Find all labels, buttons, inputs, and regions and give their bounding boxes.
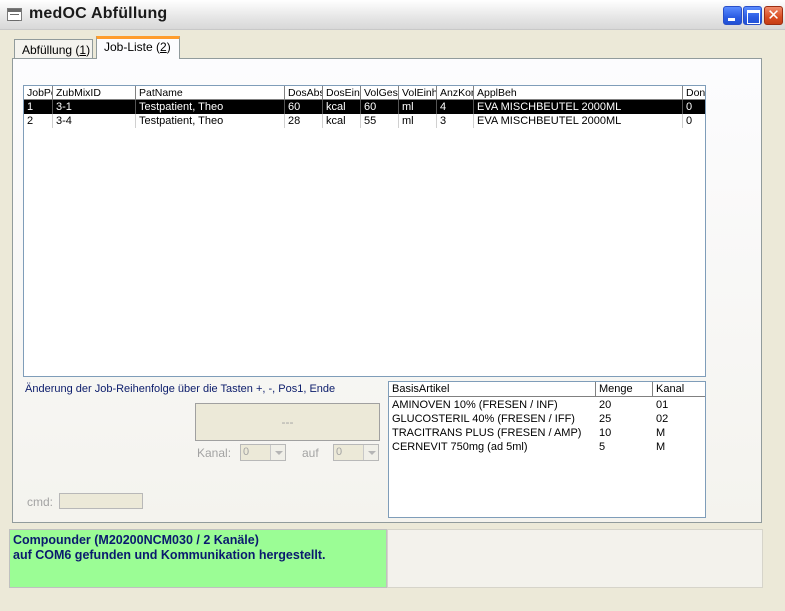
tab-abfuellung[interactable]: Abfüllung (1) — [14, 39, 93, 58]
maximize-icon — [744, 7, 761, 24]
title-bar: medOC Abfüllung ✕ — [0, 0, 785, 30]
auf-select[interactable]: 0 — [333, 444, 379, 461]
minimize-button[interactable] — [723, 6, 742, 25]
maximize-button[interactable] — [743, 6, 762, 25]
col-header-kanal[interactable]: Kanal — [653, 382, 705, 397]
app-window-icon[interactable] — [7, 8, 22, 21]
cell-anzkomp: 4 — [437, 100, 474, 114]
cell-basisartikel: GLUCOSTERIL 40% (FRESEN / IFF) — [392, 413, 575, 425]
cell-volges: 55 — [361, 114, 399, 128]
cell-volges: 60 — [361, 100, 399, 114]
tab-abfuellung-label-pre: Abfüllung ( — [22, 43, 80, 57]
cell-done: 0 — [686, 101, 693, 113]
col-header-jobpos[interactable]: JobPos — [24, 86, 53, 100]
cell-doseinh: kcal — [323, 100, 361, 114]
table-row[interactable]: 2 3-4 Testpatient, Theo 28 kcal 55 ml 3 … — [24, 114, 705, 128]
minimize-icon — [724, 7, 741, 24]
chevron-down-icon[interactable] — [270, 445, 285, 460]
status-box-secondary — [387, 529, 763, 588]
basis-grid-header: BasisArtikel Menge Kanal — [389, 382, 705, 397]
close-icon: ✕ — [767, 7, 780, 24]
cell-kanal: 02 — [656, 413, 669, 425]
auf-label: auf — [302, 446, 319, 460]
table-row[interactable]: CERNEVIT 750mg (ad 5ml) 5 M — [389, 440, 705, 454]
tab-job-liste-label-post: ) — [166, 40, 171, 54]
cell-menge: 10 — [599, 427, 612, 439]
cell-patname: Testpatient, Theo — [136, 100, 285, 114]
status-line-2: auf COM6 gefunden und Kommunikation herg… — [13, 548, 326, 562]
basis-artikel-grid[interactable]: BasisArtikel Menge Kanal AMINOVEN 10% (F… — [388, 381, 706, 518]
cell-dosabs: 60 — [285, 100, 323, 114]
cell-menge: 20 — [599, 399, 612, 411]
cmd-label: cmd: — [27, 495, 54, 509]
col-header-done[interactable]: Done — [683, 86, 705, 100]
cell-zubmixid: 3-1 — [53, 100, 136, 114]
cell-applbeh: EVA MISCHBEUTEL 2000ML — [474, 114, 683, 128]
cell-basisartikel: CERNEVIT 750mg (ad 5ml) — [392, 441, 528, 453]
cell-anzkomp: 3 — [437, 114, 474, 128]
table-row[interactable]: AMINOVEN 10% (FRESEN / INF) 20 01 — [389, 398, 705, 412]
col-header-volges[interactable]: VolGes — [361, 86, 399, 100]
tab-job-liste[interactable]: Job-Liste (2) — [96, 36, 180, 59]
cell-doseinh: kcal — [323, 114, 361, 128]
col-header-menge[interactable]: Menge — [596, 382, 653, 397]
cell-menge: 5 — [599, 441, 606, 453]
cell-done: 0 — [686, 115, 693, 127]
cell-menge: 25 — [599, 413, 612, 425]
tab-job-liste-accel: 2 — [160, 40, 167, 54]
job-grid-header: JobPos ZubMixID PatName DosAbs DosEinh V… — [24, 86, 705, 100]
col-header-zubmixid[interactable]: ZubMixID — [53, 86, 136, 100]
col-header-anzkomp[interactable]: AnzKomp — [437, 86, 474, 100]
col-header-doseinh[interactable]: DosEinh — [323, 86, 361, 100]
tab-abfuellung-label-post: ) — [86, 43, 91, 57]
col-header-basisartikel[interactable]: BasisArtikel — [389, 382, 596, 397]
kanal-select-value: 0 — [243, 446, 250, 458]
auf-select-value: 0 — [336, 446, 343, 458]
close-button[interactable]: ✕ — [764, 6, 783, 25]
chevron-down-icon[interactable] — [363, 445, 378, 460]
cell-kanal: M — [656, 427, 666, 439]
cell-kanal: 01 — [656, 399, 669, 411]
kanal-select[interactable]: 0 — [240, 444, 286, 461]
reorder-hint-text: Änderung der Job-Reihenfolge über die Ta… — [25, 383, 336, 395]
cell-basisartikel: AMINOVEN 10% (FRESEN / INF) — [392, 399, 558, 411]
table-row[interactable]: GLUCOSTERIL 40% (FRESEN / IFF) 25 02 — [389, 412, 705, 426]
compounder-status-box: Compounder (M20200NCM030 / 2 Kanäle) auf… — [9, 529, 387, 588]
cell-dosabs: 28 — [285, 114, 323, 128]
table-row-selected[interactable]: 1 3-1 Testpatient, Theo 60 kcal 60 ml 4 … — [24, 100, 705, 114]
window-title: medOC Abfüllung — [29, 5, 168, 22]
cell-applbeh: EVA MISCHBEUTEL 2000ML — [474, 100, 683, 114]
cell-zubmixid: 3-4 — [53, 114, 136, 128]
action-button-disabled[interactable]: --- — [195, 403, 380, 441]
tab-job-liste-label-pre: Job-Liste ( — [104, 40, 161, 54]
cmd-input[interactable] — [59, 493, 143, 509]
col-header-patname[interactable]: PatName — [136, 86, 285, 100]
kanal-label: Kanal: — [197, 446, 232, 460]
cell-kanal: M — [656, 441, 666, 453]
col-header-applbeh[interactable]: ApplBeh — [474, 86, 683, 100]
cell-voleinh: ml — [399, 114, 437, 128]
status-line-1: Compounder (M20200NCM030 / 2 Kanäle) — [13, 533, 259, 547]
cell-jobpos: 1 — [24, 100, 53, 114]
cell-voleinh: ml — [399, 100, 437, 114]
table-row[interactable]: TRACITRANS PLUS (FRESEN / AMP) 10 M — [389, 426, 705, 440]
cell-patname: Testpatient, Theo — [136, 114, 285, 128]
job-list-grid[interactable]: JobPos ZubMixID PatName DosAbs DosEinh V… — [23, 85, 706, 377]
col-header-voleinh[interactable]: VolEinh — [399, 86, 437, 100]
cell-basisartikel: TRACITRANS PLUS (FRESEN / AMP) — [392, 427, 582, 439]
col-header-dosabs[interactable]: DosAbs — [285, 86, 323, 100]
cell-jobpos: 2 — [24, 114, 53, 128]
